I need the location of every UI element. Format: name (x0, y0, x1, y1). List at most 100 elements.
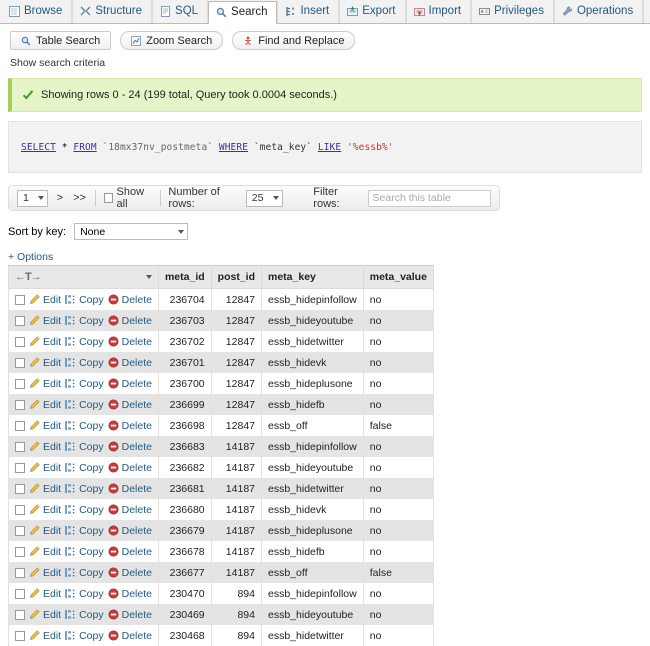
row-select-checkbox[interactable] (15, 400, 25, 410)
row-select-checkbox[interactable] (15, 505, 25, 515)
cell-meta-id: 236683 (158, 436, 211, 457)
row-select-checkbox[interactable] (15, 589, 25, 599)
column-header-meta-key[interactable]: meta_key (262, 266, 364, 289)
row-select-checkbox[interactable] (15, 547, 25, 557)
subtab-find-and-replace[interactable]: Find and Replace (232, 31, 355, 50)
cell-meta-value: no (363, 541, 433, 562)
copy-row-button[interactable]: Copy (65, 567, 104, 579)
tab-operations[interactable]: Operations (554, 0, 643, 23)
delete-row-button[interactable]: Delete (108, 525, 152, 537)
rows-per-page-select[interactable]: 25 (246, 190, 284, 207)
row-select-checkbox[interactable] (15, 295, 25, 305)
copy-row-button[interactable]: Copy (65, 462, 104, 474)
column-header-meta-value[interactable]: meta_value (363, 266, 433, 289)
tab-search[interactable]: Search (208, 1, 277, 24)
edit-row-button[interactable]: Edit (29, 336, 61, 348)
row-select-checkbox[interactable] (15, 316, 25, 326)
tab-structure[interactable]: Structure (72, 0, 152, 23)
copy-row-button[interactable]: Copy (65, 441, 104, 453)
row-select-checkbox[interactable] (15, 379, 25, 389)
row-controls-header[interactable]: ←T→ (9, 266, 159, 289)
delete-row-button[interactable]: Delete (108, 630, 152, 642)
edit-row-button[interactable]: Edit (29, 483, 61, 495)
edit-row-button[interactable]: Edit (29, 420, 61, 432)
row-select-checkbox[interactable] (15, 484, 25, 494)
copy-row-button[interactable]: Copy (65, 315, 104, 327)
column-header-meta-id[interactable]: meta_id (158, 266, 211, 289)
row-select-checkbox[interactable] (15, 442, 25, 452)
copy-row-button[interactable]: Copy (65, 357, 104, 369)
tab-import[interactable]: Import (406, 0, 472, 23)
delete-row-button[interactable]: Delete (108, 441, 152, 453)
edit-row-button[interactable]: Edit (29, 399, 61, 411)
delete-row-button[interactable]: Delete (108, 462, 152, 474)
copy-label: Copy (79, 357, 104, 369)
row-select-checkbox[interactable] (15, 358, 25, 368)
subtab-table-search[interactable]: Table Search (10, 31, 111, 50)
row-select-checkbox[interactable] (15, 337, 25, 347)
edit-row-button[interactable]: Edit (29, 567, 61, 579)
delete-row-button[interactable]: Delete (108, 483, 152, 495)
edit-row-button[interactable]: Edit (29, 588, 61, 600)
show-all-checkbox[interactable] (104, 193, 113, 203)
delete-row-button[interactable]: Delete (108, 546, 152, 558)
delete-row-button[interactable]: Delete (108, 567, 152, 579)
delete-row-button[interactable]: Delete (108, 420, 152, 432)
column-header-post-id[interactable]: post_id (211, 266, 261, 289)
show-search-criteria-link[interactable]: Show search criteria (0, 56, 650, 75)
copy-row-button[interactable]: Copy (65, 399, 104, 411)
row-select-checkbox[interactable] (15, 568, 25, 578)
tab-sql[interactable]: SQL (152, 0, 208, 23)
chevron-down-icon (38, 196, 44, 200)
copy-row-button[interactable]: Copy (65, 588, 104, 600)
options-toggle-link[interactable]: + Options (0, 240, 650, 265)
edit-row-button[interactable]: Edit (29, 378, 61, 390)
copy-row-button[interactable]: Copy (65, 525, 104, 537)
edit-row-button[interactable]: Edit (29, 546, 61, 558)
row-select-checkbox[interactable] (15, 526, 25, 536)
copy-row-button[interactable]: Copy (65, 420, 104, 432)
filter-rows-input[interactable]: Search this table (368, 190, 491, 207)
sort-by-key-select[interactable]: None (74, 223, 188, 240)
tab-insert[interactable]: Insert (277, 0, 339, 23)
last-page-button[interactable]: >> (72, 192, 87, 204)
table-row: EditCopyDelete23667914187essb_hidepluson… (9, 520, 434, 541)
delete-row-button[interactable]: Delete (108, 378, 152, 390)
edit-row-button[interactable]: Edit (29, 315, 61, 327)
copy-row-button[interactable]: Copy (65, 504, 104, 516)
copy-row-button[interactable]: Copy (65, 294, 104, 306)
show-all-control[interactable]: Show all (104, 186, 152, 210)
tab-privileges[interactable]: Privileges (471, 0, 554, 23)
chevron-down-icon[interactable] (146, 275, 152, 279)
edit-row-button[interactable]: Edit (29, 357, 61, 369)
row-select-checkbox[interactable] (15, 421, 25, 431)
delete-row-button[interactable]: Delete (108, 294, 152, 306)
edit-row-button[interactable]: Edit (29, 525, 61, 537)
delete-row-button[interactable]: Delete (108, 336, 152, 348)
delete-row-button[interactable]: Delete (108, 504, 152, 516)
delete-row-button[interactable]: Delete (108, 588, 152, 600)
sql-query-box[interactable]: SELECT * FROM `18mx37nv_postmeta` WHERE … (8, 121, 642, 173)
edit-row-button[interactable]: Edit (29, 630, 61, 642)
delete-row-button[interactable]: Delete (108, 399, 152, 411)
row-select-checkbox[interactable] (15, 463, 25, 473)
delete-label: Delete (122, 567, 152, 579)
edit-row-button[interactable]: Edit (29, 462, 61, 474)
copy-row-button[interactable]: Copy (65, 546, 104, 558)
tab-browse[interactable]: Browse (2, 0, 72, 23)
copy-row-button[interactable]: Copy (65, 483, 104, 495)
copy-row-button[interactable]: Copy (65, 336, 104, 348)
copy-row-button[interactable]: Copy (65, 630, 104, 642)
copy-row-button[interactable]: Copy (65, 378, 104, 390)
next-page-button[interactable]: > (56, 192, 64, 204)
row-select-checkbox[interactable] (15, 631, 25, 641)
delete-row-button[interactable]: Delete (108, 315, 152, 327)
page-number-select[interactable]: 1 (17, 190, 48, 207)
edit-row-button[interactable]: Edit (29, 504, 61, 516)
delete-row-button[interactable]: Delete (108, 357, 152, 369)
subtab-zoom-search[interactable]: Zoom Search (120, 31, 223, 50)
edit-row-button[interactable]: Edit (29, 294, 61, 306)
edit-row-button[interactable]: Edit (29, 441, 61, 453)
tab-export[interactable]: Export (339, 0, 405, 23)
tab-triggers[interactable]: Triggers (643, 0, 650, 23)
